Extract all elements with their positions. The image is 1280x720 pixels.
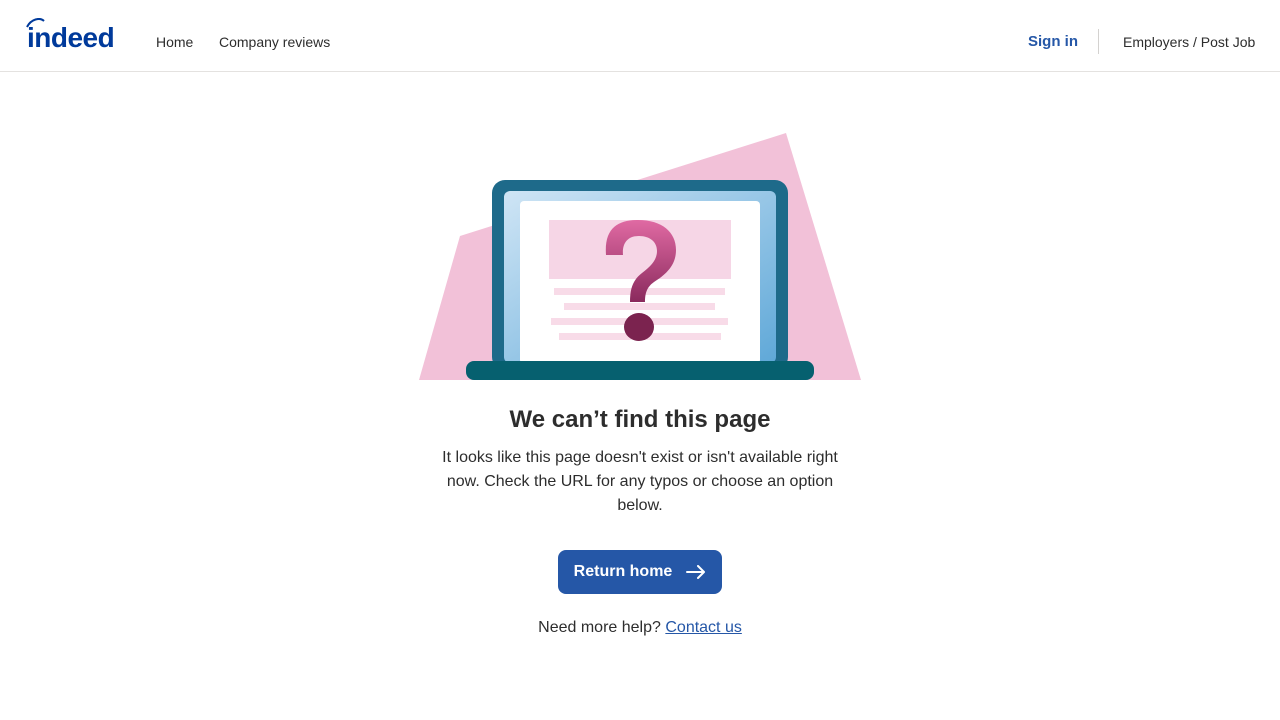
nav-home-link[interactable]: Home [156,34,193,50]
indeed-logo-icon: indeed [26,18,115,52]
error-description: It looks like this page doesn't exist or… [442,449,838,514]
contact-us-link[interactable]: Contact us [665,619,741,636]
help-text: Need more help? Contact us [0,619,1280,637]
help-prompt: Need more help? [538,619,661,636]
sign-in-link[interactable]: Sign in [1028,33,1078,50]
header-divider [1098,29,1099,54]
site-header: indeed Home Company reviews Sign in Empl… [0,0,1280,72]
indeed-logo[interactable]: indeed [24,18,134,52]
page-title: We can’t find this page [509,406,771,433]
return-home-button[interactable]: Return home [558,550,722,594]
nav-company-reviews-link[interactable]: Company reviews [219,34,330,50]
employers-post-job-link[interactable]: Employers / Post Job [1123,34,1255,50]
arrow-right-icon [686,565,706,579]
laptop-question-mark-illustration [418,132,862,382]
svg-text:indeed: indeed [27,22,114,52]
return-home-label: Return home [573,563,673,580]
